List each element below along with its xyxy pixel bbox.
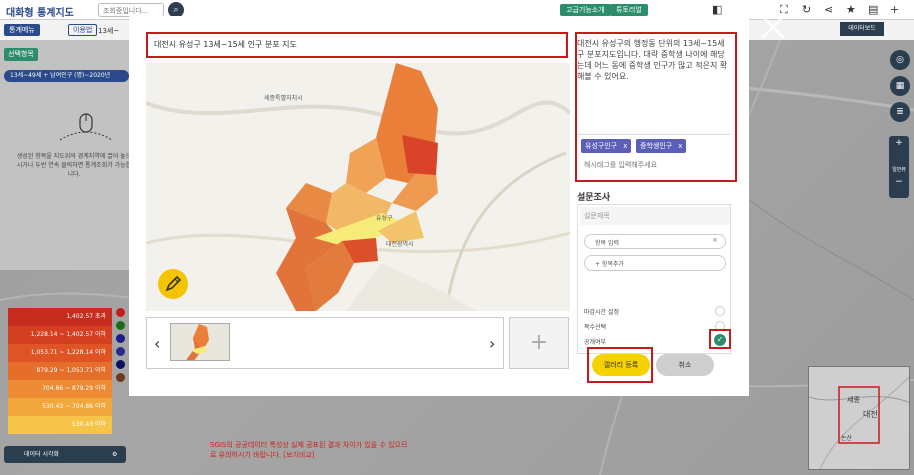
share-icon[interactable]: ⋖ bbox=[824, 3, 833, 16]
check-icon[interactable]: ✓ bbox=[714, 334, 726, 346]
legend-color-dot[interactable] bbox=[116, 334, 125, 343]
map-thumbnail[interactable] bbox=[170, 323, 230, 361]
region-search-input[interactable]: 조회중입니다... bbox=[98, 3, 164, 17]
hashtag-label: 유성구인구 bbox=[585, 142, 618, 150]
selected-items-tab[interactable]: 선택항목 bbox=[4, 48, 38, 61]
chevron-right-icon[interactable]: › bbox=[489, 334, 495, 353]
legend-color-dot[interactable] bbox=[116, 373, 125, 382]
hashtag-label: 중학생인구 bbox=[640, 142, 673, 150]
legend-row: 1,228.14 ~ 1,402.57 이하 bbox=[8, 326, 112, 344]
legend-color-dot[interactable] bbox=[116, 308, 125, 317]
data-visualization-bar[interactable]: 데이터 시각화 ⚙ bbox=[4, 446, 126, 463]
public-option-label: 공개여부 bbox=[584, 339, 607, 346]
map-preview: 세종특별자치시 대전광역시 유성구 bbox=[146, 63, 570, 311]
legend-row: 704.86 ~ 879.29 이하 bbox=[8, 380, 112, 398]
gallery-title-input[interactable]: 대전시 유성구 13세~15세 인구 분포 지도 bbox=[146, 32, 568, 58]
mini-map-label-sejong: 세종 bbox=[847, 396, 860, 404]
hashtag-chip[interactable]: 유성구인구 x bbox=[581, 139, 632, 153]
zoom-mode-label: 일반뷰 bbox=[892, 167, 906, 173]
hashtag-input[interactable]: 해시태그를 입력해주세요 bbox=[584, 160, 657, 170]
chevron-left-icon[interactable]: ‹ bbox=[154, 334, 160, 353]
hashtag-chip[interactable]: 중학생인구 x bbox=[636, 139, 687, 153]
drag-mouse-icon bbox=[59, 113, 113, 141]
survey-item-input[interactable]: 항목 입력 bbox=[584, 234, 726, 249]
add-image-button[interactable]: + bbox=[509, 317, 569, 369]
survey-item-remove-icon[interactable]: × bbox=[712, 236, 718, 244]
usage-button[interactable]: 이용법 bbox=[68, 24, 98, 36]
hashtag-remove-icon[interactable]: x bbox=[678, 142, 682, 150]
legend-color-dot[interactable] bbox=[116, 347, 125, 356]
description-text: 대전시 유성구의 행정동 단위의 13세~15세 구 분포지도입니다. 대략 중… bbox=[577, 39, 728, 81]
choropleth-map bbox=[146, 63, 570, 311]
stat-item-chip[interactable]: 13세~49세 + 남여인구 (명)~2020년 bbox=[4, 70, 129, 82]
map-label-sejong: 세종특별자치시 bbox=[264, 95, 303, 102]
breadcrumb: 13세~ bbox=[98, 27, 120, 35]
close-icon[interactable] bbox=[758, 12, 788, 42]
hashtag-remove-icon[interactable]: x bbox=[623, 142, 627, 150]
data-disclaimer: SGIS의 공공데이터 특성상 실제 공표된 결과 차이가 있을 수 있으므로 … bbox=[210, 441, 408, 459]
data-visualization-label: 데이터 시각화 bbox=[24, 451, 60, 458]
bookmark-star-icon[interactable]: ★ bbox=[846, 3, 856, 16]
report-icon[interactable]: ▤ bbox=[868, 3, 878, 16]
view-toggle-icon[interactable]: ◧ bbox=[712, 3, 722, 16]
thumbnail-drawing bbox=[186, 324, 209, 360]
mini-map[interactable]: 세종 대전 논산 bbox=[808, 366, 910, 470]
legend-row: 879.29 ~ 1,053.71 이하 bbox=[8, 362, 112, 380]
add-survey-item-button[interactable]: + 항목추가 bbox=[584, 255, 726, 271]
deadline-option-radio[interactable] bbox=[715, 306, 725, 316]
zoom-in-button[interactable]: + bbox=[889, 136, 909, 148]
legend-row: 530.43 ~ 704.86 이하 bbox=[8, 398, 112, 416]
legend-row: 1,402.57 초과 bbox=[8, 308, 112, 326]
refresh-icon[interactable]: ↻ bbox=[802, 3, 811, 16]
edit-pencil-icon[interactable] bbox=[158, 269, 188, 299]
stat-menu-button[interactable]: 통계메뉴 bbox=[4, 24, 40, 36]
map-label-daejeon: 대전광역시 bbox=[386, 241, 414, 248]
tutorial-button[interactable]: 튜토리얼 bbox=[610, 4, 648, 16]
mini-map-label-nonsan: 논산 bbox=[841, 435, 853, 442]
zoom-control: + 일반뷰 − bbox=[889, 136, 909, 198]
legend-color-dot[interactable] bbox=[116, 360, 125, 369]
legend-row: 1,053.71 ~ 1,228.14 이하 bbox=[8, 344, 112, 362]
cancel-button[interactable]: 취소 bbox=[656, 354, 714, 376]
map-tool-icon[interactable]: ◎ bbox=[890, 50, 910, 70]
gallery-register-button[interactable]: 갤러리 등록 bbox=[592, 354, 650, 376]
pencil-drawing bbox=[165, 275, 182, 292]
gear-icon[interactable]: ⚙ bbox=[112, 446, 117, 463]
legend-tool-icon[interactable]: ≣ bbox=[890, 102, 910, 122]
mini-map-label-daejeon: 대전 bbox=[863, 410, 878, 419]
legend-row: 530.43 이하 bbox=[8, 416, 112, 434]
zoom-out-button[interactable]: − bbox=[889, 173, 909, 187]
advanced-features-button[interactable]: 고급기능소개 bbox=[560, 4, 611, 16]
left-panel-help-text: 생성된 항목을 지도위의 경계지역에 끌어 놓으시거나 두번 연속 클릭하면 통… bbox=[16, 153, 132, 178]
survey-panel bbox=[577, 204, 731, 354]
survey-heading: 설문조사 bbox=[577, 193, 611, 203]
mini-map-drawing bbox=[809, 376, 909, 469]
survey-title-input[interactable]: 설문제목 bbox=[580, 207, 730, 225]
map-legend: 1,402.57 초과 1,228.14 ~ 1,402.57 이하 1,053.7… bbox=[8, 308, 112, 438]
app-title: 대화형 통계지도 bbox=[6, 8, 74, 19]
map-label-yuseong: 유성구 bbox=[376, 215, 393, 222]
deadline-option-label: 마감시간 설정 bbox=[584, 309, 620, 316]
stats-tool-icon[interactable]: ▦ bbox=[890, 76, 910, 96]
multiple-choice-option-label: 복수선택 bbox=[584, 324, 607, 331]
legend-color-dot[interactable] bbox=[116, 321, 125, 330]
add-icon[interactable]: + bbox=[890, 3, 899, 16]
dashboard-button[interactable]: 데이터보드 bbox=[840, 22, 884, 36]
